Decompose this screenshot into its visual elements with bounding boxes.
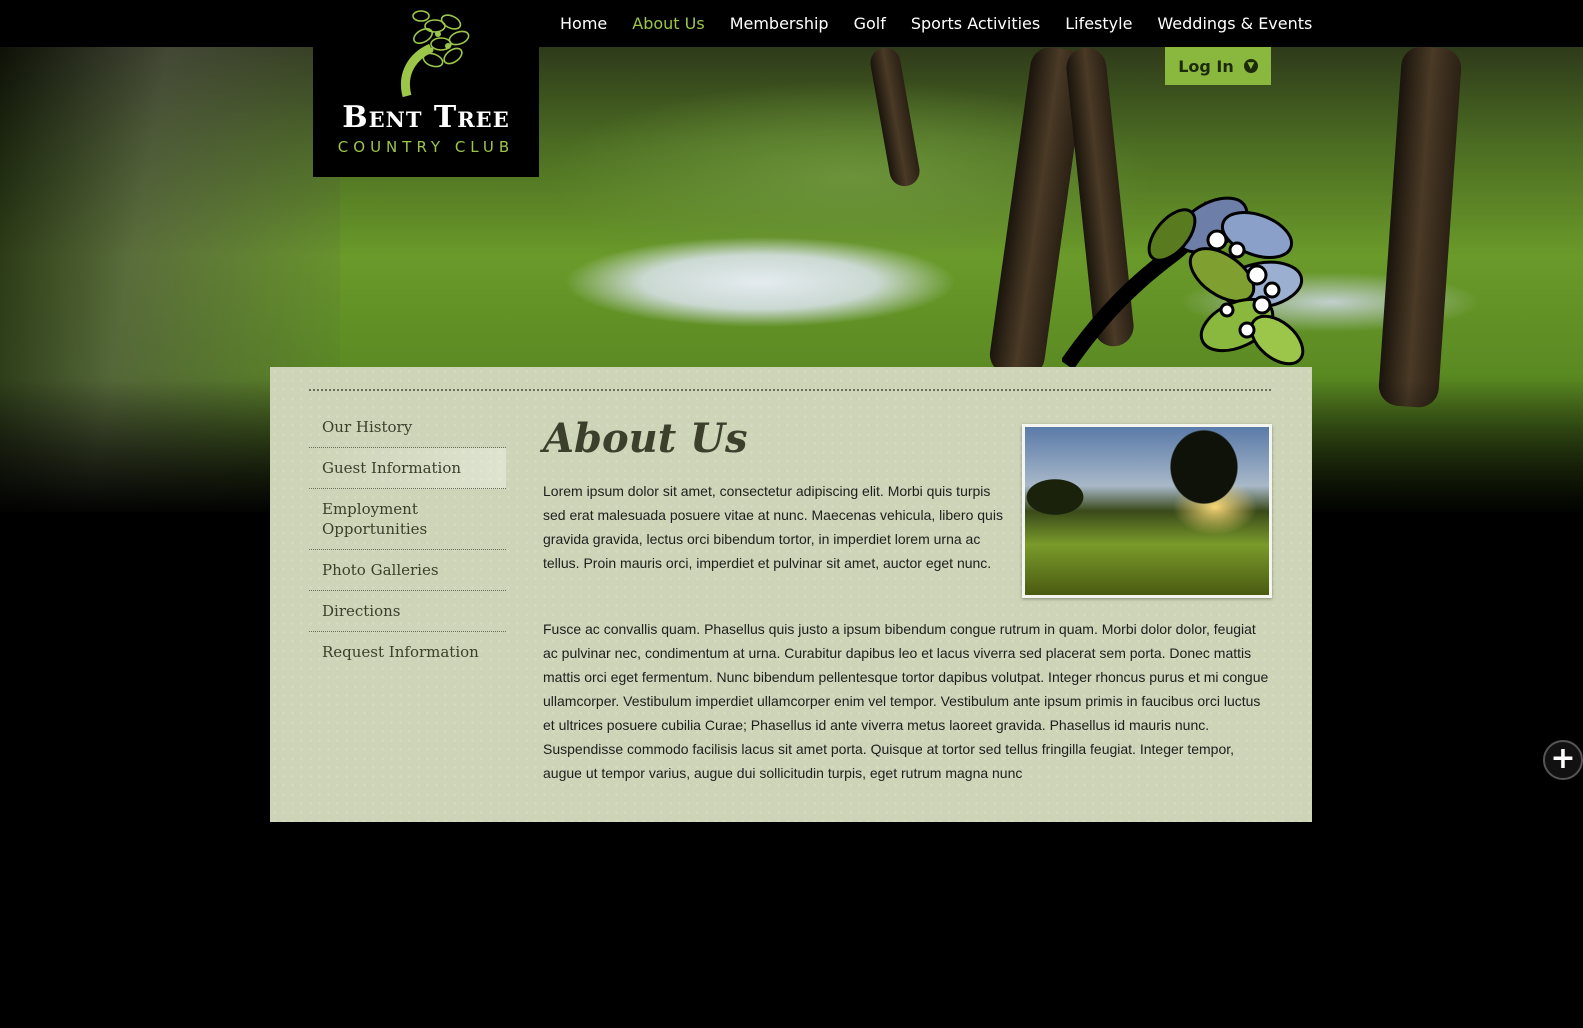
- sidebar-item-employment-opportunities[interactable]: Employment Opportunities: [309, 489, 439, 549]
- sidebar-item-our-history[interactable]: Our History: [309, 407, 506, 448]
- plus-icon[interactable]: +: [1543, 740, 1583, 780]
- body-paragraph: Fusce ac convallis quam. Phasellus quis …: [543, 621, 1269, 781]
- photo-tree-right: [1149, 427, 1259, 595]
- login-label: Log In: [1178, 56, 1234, 76]
- nav-item-home[interactable]: Home: [560, 14, 607, 33]
- nav-item-about-us[interactable]: About Us: [632, 14, 704, 33]
- sidebar-item-guest-information[interactable]: Guest Information: [309, 448, 506, 489]
- nav-item-membership[interactable]: Membership: [730, 14, 829, 33]
- divider: [309, 389, 1271, 391]
- page-title: About Us: [543, 415, 748, 462]
- sunset-course-photo: [1022, 424, 1272, 598]
- nav-item-weddings-events[interactable]: Weddings & Events: [1157, 14, 1312, 33]
- content-panel: Our History Guest Information Employment…: [270, 367, 1312, 822]
- chevron-down-circle-icon: ▼: [1243, 59, 1258, 73]
- photo-image: [1025, 427, 1269, 595]
- tree-logo-icon: [401, 10, 470, 98]
- main-nav: Home About Us Membership Golf Sports Act…: [560, 14, 1337, 33]
- decorative-tree-icon: [1062, 196, 1305, 370]
- brand-name: Bent Tree: [342, 100, 510, 135]
- nav-item-golf[interactable]: Golf: [854, 14, 886, 33]
- sidebar-item-directions[interactable]: Directions: [309, 591, 506, 632]
- brand-subtitle: COUNTRY CLUB: [337, 138, 515, 156]
- site-logo[interactable]: Bent Tree COUNTRY CLUB: [313, 0, 539, 177]
- sidebar-item-photo-galleries[interactable]: Photo Galleries: [309, 550, 506, 591]
- login-button[interactable]: Log In ▼: [1165, 47, 1271, 85]
- sidebar-nav: Our History Guest Information Employment…: [309, 407, 506, 672]
- intro-paragraph: Lorem ipsum dolor sit amet, consectetur …: [543, 483, 1003, 571]
- nav-item-lifestyle[interactable]: Lifestyle: [1065, 14, 1132, 33]
- nav-item-sports-activities[interactable]: Sports Activities: [911, 14, 1040, 33]
- sidebar-item-request-information[interactable]: Request Information: [309, 632, 506, 672]
- photo-tree-left: [1025, 467, 1105, 527]
